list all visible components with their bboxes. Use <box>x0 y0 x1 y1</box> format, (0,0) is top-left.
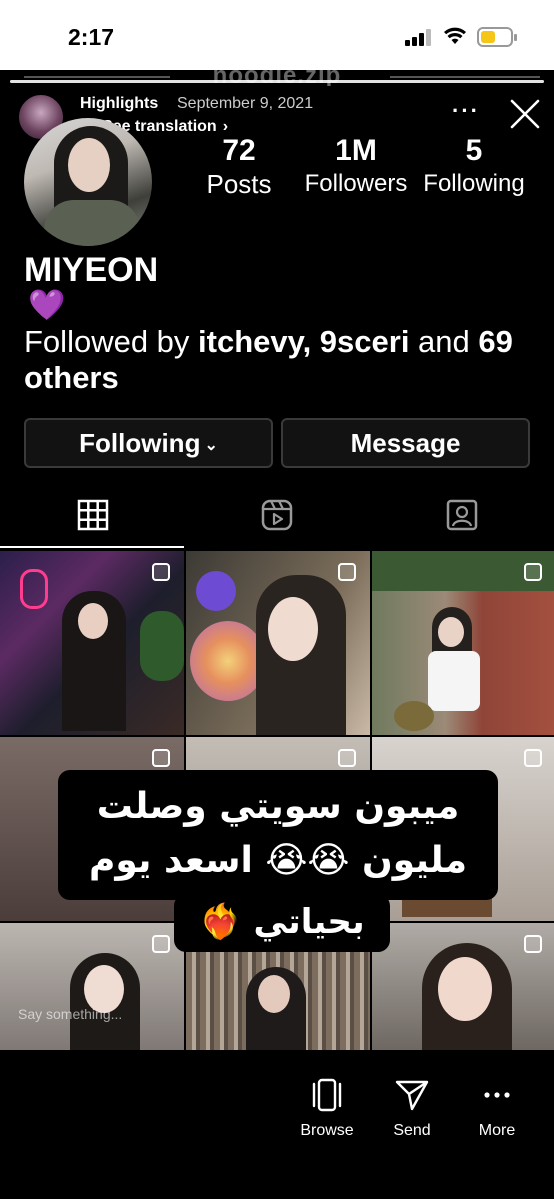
story-caption: ميبون سويتي وصلت مليون 😭😭 اسعد يوم <box>58 770 498 900</box>
followers-count: 1M Followers <box>304 134 408 197</box>
send-icon <box>395 1080 429 1111</box>
story-viewer[interactable]: noodle.zip Highlights September 9, 2021 … <box>0 70 554 1199</box>
bio-purple-heart: 💜 <box>28 289 66 322</box>
grid-post <box>0 923 184 1051</box>
grid-post <box>372 551 554 735</box>
profile-name: MIYEON <box>24 251 159 289</box>
story-username[interactable]: Highlights <box>80 95 158 113</box>
cellular-signal-icon <box>405 28 433 46</box>
story-caption-line3: بحياتي ❤️‍🔥 <box>174 894 390 952</box>
caption-line: ميبون سويتي وصلت <box>96 786 460 827</box>
status-time: 2:17 <box>68 24 115 50</box>
close-icon[interactable] <box>508 97 542 131</box>
browse-icon <box>312 1078 342 1112</box>
story-date: September 9, 2021 <box>177 95 314 112</box>
chevron-down-icon: ⌄ <box>204 437 218 454</box>
reels-icon <box>261 499 293 531</box>
reply-input[interactable]: Say something... <box>18 1006 122 1022</box>
browse-button[interactable]: Browse <box>287 1078 367 1140</box>
profile-picture <box>24 118 152 246</box>
bottom-action-bar: Browse Send More <box>0 1050 554 1199</box>
posts-count: 72 Posts <box>206 134 272 199</box>
following-button: Following ⌄ <box>24 418 273 468</box>
more-icon <box>484 1092 510 1098</box>
tagged-icon <box>446 499 478 531</box>
send-label: Send <box>393 1122 431 1139</box>
caption-line: مليون 😭😭 اسعد يوم <box>88 840 468 881</box>
profile-username-cut: noodle.zip <box>0 70 554 86</box>
followed-by-text: Followed by itchevy, 9sceri and 69 other… <box>24 324 513 395</box>
active-tab-indicator <box>0 546 184 548</box>
grid-post <box>186 551 370 735</box>
following-count: 5 Following <box>423 134 525 197</box>
browse-label: Browse <box>300 1122 354 1139</box>
send-button[interactable]: Send <box>372 1078 452 1140</box>
wifi-icon <box>444 27 466 44</box>
battery-icon <box>477 27 517 47</box>
grid-icon <box>77 499 109 531</box>
story-more-button[interactable]: ··· <box>452 98 480 124</box>
more-button[interactable]: More <box>457 1078 537 1140</box>
grid-post <box>0 551 184 735</box>
message-button: Message <box>281 418 530 468</box>
status-bar: 2:17 <box>0 0 554 70</box>
grid-post <box>372 923 554 1051</box>
caption-line: بحياتي ❤️‍🔥 <box>199 902 365 942</box>
more-label: More <box>478 1122 516 1139</box>
story-progress-bar <box>10 80 544 83</box>
